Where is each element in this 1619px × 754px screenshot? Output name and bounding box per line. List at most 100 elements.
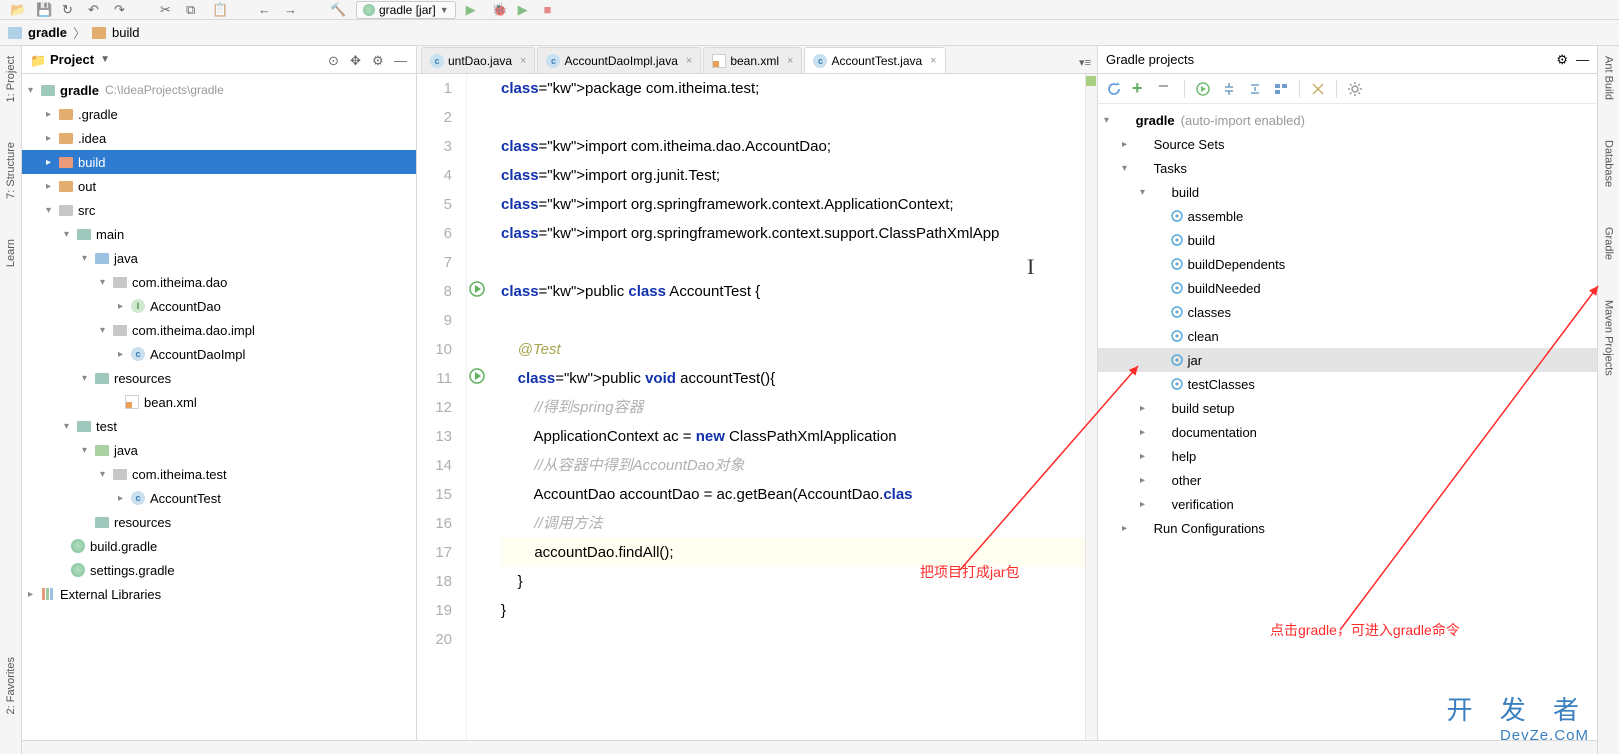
- gradle-row-help[interactable]: ▸ help: [1098, 444, 1597, 468]
- editor-tab[interactable]: cuntDao.java×: [421, 47, 535, 73]
- refresh-icon[interactable]: [1106, 81, 1122, 97]
- tree-row-settings-gradle[interactable]: settings.gradle: [22, 558, 416, 582]
- add-icon[interactable]: +: [1132, 81, 1148, 97]
- forward-icon[interactable]: →: [284, 2, 300, 18]
- cut-icon[interactable]: ✂: [160, 2, 176, 18]
- tree-row-accounttest[interactable]: ▸cAccountTest: [22, 486, 416, 510]
- gradle-row-root[interactable]: ▾ gradle(auto-import enabled): [1098, 108, 1597, 132]
- debug-icon[interactable]: 🐞: [492, 2, 508, 18]
- tree-row-beanxml[interactable]: bean.xml: [22, 390, 416, 414]
- project-panel-title: Project: [50, 52, 94, 67]
- open-icon[interactable]: 📂: [10, 2, 26, 18]
- run-icon[interactable]: ▶: [466, 2, 482, 18]
- editor-tabs: cuntDao.java× cAccountDaoImpl.java× bean…: [417, 46, 1097, 74]
- tree-row-test-resources[interactable]: resources: [22, 510, 416, 534]
- tree-row-test[interactable]: ▾test: [22, 414, 416, 438]
- gradle-row-other[interactable]: ▸ other: [1098, 468, 1597, 492]
- editor-body[interactable]: 1234567891011121314151617181920 class="k…: [417, 74, 1097, 754]
- tree-row-resources[interactable]: ▾resources: [22, 366, 416, 390]
- gradle-row-tasks[interactable]: ▾ Tasks: [1098, 156, 1597, 180]
- tab-structure[interactable]: 7: Structure: [5, 142, 17, 199]
- close-icon[interactable]: ×: [520, 55, 526, 67]
- chevron-down-icon[interactable]: ▼: [100, 54, 110, 65]
- gradle-toolbar: + −: [1098, 74, 1597, 104]
- collapse-all-icon[interactable]: [1247, 81, 1263, 97]
- gradle-task-classes[interactable]: classes: [1098, 300, 1597, 324]
- expand-all-icon[interactable]: [1221, 81, 1237, 97]
- stop-icon[interactable]: ■: [544, 2, 560, 18]
- gutter-run-icon[interactable]: [469, 368, 485, 384]
- coverage-icon[interactable]: ▶: [518, 2, 534, 18]
- breadcrumb-current[interactable]: build: [112, 25, 139, 40]
- offline-icon[interactable]: [1310, 81, 1326, 97]
- tree-row-dotidea[interactable]: ▸.idea: [22, 126, 416, 150]
- build-icon[interactable]: 🔨: [330, 2, 346, 18]
- gradle-row-buildsetup[interactable]: ▸ build setup: [1098, 396, 1597, 420]
- gradle-task-testclasses[interactable]: testClasses: [1098, 372, 1597, 396]
- remove-icon[interactable]: −: [1158, 81, 1174, 97]
- hide-icon[interactable]: —: [1576, 52, 1589, 68]
- back-icon[interactable]: ←: [258, 2, 274, 18]
- tree-row-root[interactable]: ▾ gradle C:\IdeaProjects\gradle: [22, 78, 416, 102]
- gradle-row-build-group[interactable]: ▾ build: [1098, 180, 1597, 204]
- tab-favorites[interactable]: 2: Favorites: [5, 657, 17, 714]
- gradle-task-buildneeded[interactable]: buildNeeded: [1098, 276, 1597, 300]
- breadcrumb-root[interactable]: gradle: [28, 25, 67, 40]
- gradle-task-builddependents[interactable]: buildDependents: [1098, 252, 1597, 276]
- gradle-row-runconfigs[interactable]: ▸ Run Configurations: [1098, 516, 1597, 540]
- close-icon[interactable]: ×: [930, 55, 936, 67]
- tab-database[interactable]: Database: [1603, 140, 1615, 187]
- tree-row-java[interactable]: ▾java: [22, 246, 416, 270]
- copy-icon[interactable]: ⧉: [186, 2, 202, 18]
- hide-icon[interactable]: —: [394, 53, 408, 67]
- tab-learn[interactable]: Learn: [5, 239, 17, 267]
- group-icon[interactable]: [1273, 81, 1289, 97]
- tab-project[interactable]: 1: Project: [5, 56, 17, 102]
- chevron-down-icon: ▼: [440, 5, 449, 15]
- execute-icon[interactable]: [1195, 81, 1211, 97]
- tree-row-build[interactable]: ▸build: [22, 150, 416, 174]
- tree-row-accountdaoimpl[interactable]: ▸cAccountDaoImpl: [22, 342, 416, 366]
- refresh-icon[interactable]: ↻: [62, 2, 78, 18]
- close-icon[interactable]: ×: [787, 55, 793, 67]
- tree-row-pkg-dao[interactable]: ▾com.itheima.dao: [22, 270, 416, 294]
- tree-row-ext-libs[interactable]: ▸External Libraries: [22, 582, 416, 606]
- tree-row-out[interactable]: ▸out: [22, 174, 416, 198]
- settings-icon[interactable]: [1347, 81, 1363, 97]
- editor-tab[interactable]: bean.xml×: [703, 47, 802, 73]
- gutter-run-icon[interactable]: [469, 281, 485, 297]
- tab-ant-build[interactable]: Ant Build: [1603, 56, 1615, 100]
- tree-row-main[interactable]: ▾main: [22, 222, 416, 246]
- tree-row-test-java[interactable]: ▾java: [22, 438, 416, 462]
- gear-icon[interactable]: ⚙: [372, 53, 386, 67]
- undo-icon[interactable]: ↶: [88, 2, 104, 18]
- tree-row-accountdao[interactable]: ▸IAccountDao: [22, 294, 416, 318]
- editor-tabs-actions[interactable]: ▾≡: [1079, 56, 1097, 73]
- gradle-row-source-sets[interactable]: ▸ Source Sets: [1098, 132, 1597, 156]
- tree-row-dotgradle[interactable]: ▸.gradle: [22, 102, 416, 126]
- tab-gradle[interactable]: Gradle: [1603, 227, 1615, 260]
- tree-row-build-gradle[interactable]: build.gradle: [22, 534, 416, 558]
- tab-maven[interactable]: Maven Projects: [1603, 300, 1615, 376]
- editor-tab[interactable]: cAccountDaoImpl.java×: [537, 47, 701, 73]
- tree-row-pkg-test[interactable]: ▾com.itheima.test: [22, 462, 416, 486]
- tree-row-pkg-dao-impl[interactable]: ▾com.itheima.dao.impl: [22, 318, 416, 342]
- gear-icon[interactable]: ⚙: [1556, 52, 1568, 68]
- gradle-task-assemble[interactable]: assemble: [1098, 204, 1597, 228]
- tree-row-src[interactable]: ▾src: [22, 198, 416, 222]
- close-icon[interactable]: ×: [686, 55, 692, 67]
- save-icon[interactable]: 💾: [36, 2, 52, 18]
- editor-tab-active[interactable]: cAccountTest.java×: [804, 47, 945, 73]
- code-content[interactable]: class="kw">package com.itheima.test; cla…: [487, 74, 1085, 754]
- gradle-task-build[interactable]: build: [1098, 228, 1597, 252]
- run-config-combo[interactable]: gradle [jar] ▼: [356, 1, 456, 19]
- gradle-row-documentation[interactable]: ▸ documentation: [1098, 420, 1597, 444]
- gradle-task-jar[interactable]: jar: [1098, 348, 1597, 372]
- locate-icon[interactable]: ✥: [350, 53, 364, 67]
- gradle-row-verification[interactable]: ▸ verification: [1098, 492, 1597, 516]
- collapse-icon[interactable]: ⊙: [328, 53, 342, 67]
- redo-icon[interactable]: ↷: [114, 2, 130, 18]
- paste-icon[interactable]: 📋: [212, 2, 228, 18]
- gradle-task-clean[interactable]: clean: [1098, 324, 1597, 348]
- gutter-icons: [467, 74, 487, 754]
